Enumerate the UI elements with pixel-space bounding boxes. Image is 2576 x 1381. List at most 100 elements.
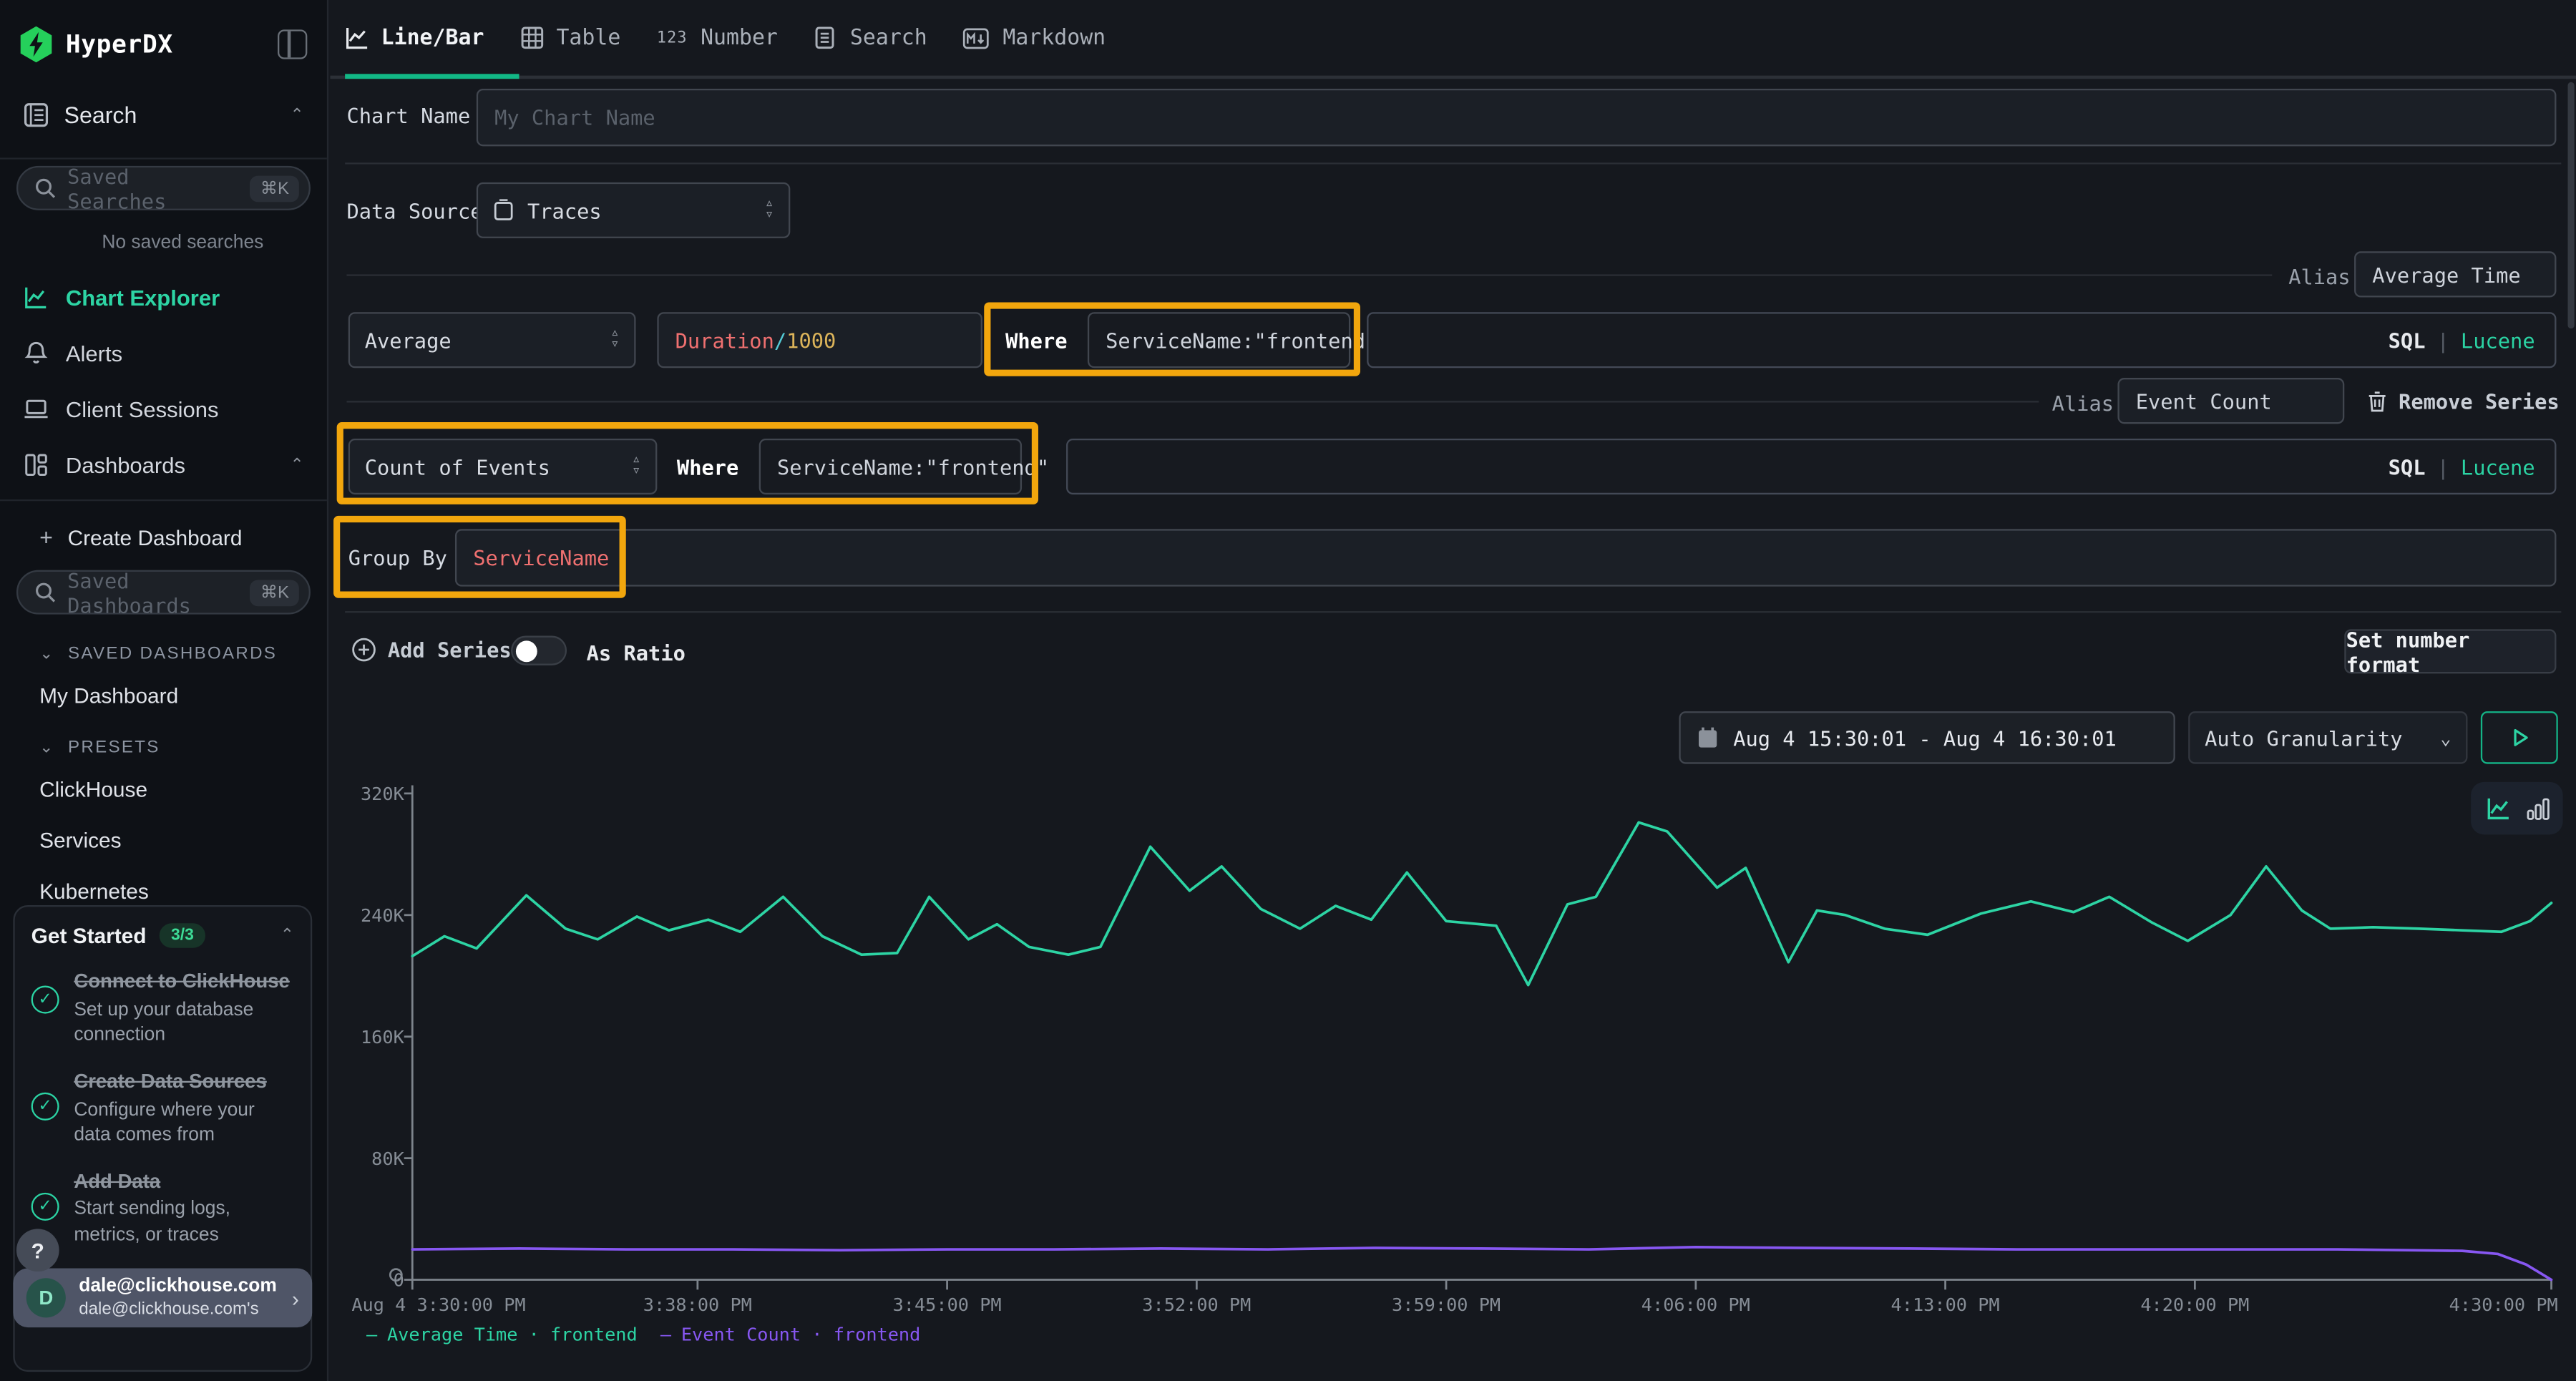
y-tick-label: 0 xyxy=(345,1270,404,1292)
search-icon xyxy=(34,582,56,603)
as-ratio-toggle[interactable] xyxy=(511,636,567,665)
tab-bar: Line/Bar Table 123 Number Search xyxy=(330,0,2576,79)
granularity-select[interactable]: Auto Granularity ⌄ xyxy=(2188,711,2467,763)
saved-dashboards-placeholder: Saved Dashboards xyxy=(67,567,239,617)
sidebar-item-dashboards[interactable]: Dashboards⌃ xyxy=(0,437,327,493)
x-tick-label: 4:06:00 PM xyxy=(1641,1294,1750,1316)
get-started-items: ✓Connect to ClickHouseSet up your databa… xyxy=(31,970,294,1249)
saved-dashboards-input[interactable]: Saved Dashboards ⌘K xyxy=(16,570,311,615)
presets-list: ClickHouseServicesKubernetes xyxy=(0,764,327,917)
calendar-icon xyxy=(1697,726,1719,749)
chevron-down-icon: ⌄ xyxy=(39,645,55,663)
x-tick-label: 4:20:00 PM xyxy=(2140,1294,2249,1316)
divider xyxy=(345,611,2561,613)
sidebar-item-alerts[interactable]: Alerts xyxy=(0,326,327,381)
scrollbar-thumb[interactable] xyxy=(2568,82,2575,328)
y-tick-label: 320K xyxy=(345,784,404,805)
alias-label: Alias xyxy=(2052,391,2114,415)
saved-dashboards-header[interactable]: ⌄ SAVED DASHBOARDS xyxy=(0,628,327,670)
get-started-item[interactable]: ✓Add DataStart sending logs, metrics, or… xyxy=(31,1169,294,1248)
time-range-picker[interactable]: Aug 4 15:30:01 - Aug 4 16:30:01 xyxy=(1679,711,2175,763)
chevron-up-icon: ⌃ xyxy=(290,456,303,474)
series1-aggregation-select[interactable]: Average ▵▿ xyxy=(348,312,636,368)
tab-table[interactable]: Table xyxy=(520,0,657,76)
database-icon xyxy=(493,199,514,222)
presets-header[interactable]: ⌄ PRESETS xyxy=(0,721,327,764)
series2-where-label: Where xyxy=(677,455,738,479)
series1-where-input[interactable]: ServiceName:"frontend" xyxy=(1088,312,1350,368)
divider xyxy=(345,162,2561,164)
saved-searches-input[interactable]: Saved Searches ⌘K xyxy=(16,166,311,210)
alias-label: Alias xyxy=(2288,265,2350,289)
series2-aggregation-select[interactable]: Count of Events ▵▿ xyxy=(348,439,658,494)
chart-area: 080K160K240K320K Aug 4 3:30:00 PM3:38:00… xyxy=(345,772,2576,1381)
lucene-mode-link[interactable]: Lucene xyxy=(2461,454,2535,479)
chart-name-label: Chart Name xyxy=(346,104,470,128)
kbd-shortcut: ⌘K xyxy=(250,175,299,202)
sidebar-nav: Chart ExplorerAlertsClient SessionsDashb… xyxy=(0,270,327,493)
create-dashboard-button[interactable]: + Create Dashboard xyxy=(0,507,327,567)
legend-item-event-count[interactable]: —Event Count · frontend xyxy=(660,1324,921,1346)
group-by-input[interactable]: ServiceName xyxy=(455,529,2556,586)
chevron-up-icon: ⌃ xyxy=(290,106,303,124)
preset-services[interactable]: Services xyxy=(0,815,327,866)
help-button[interactable]: ? xyxy=(16,1229,59,1272)
markdown-icon xyxy=(963,27,990,49)
lucene-mode-link[interactable]: Lucene xyxy=(2461,328,2535,352)
saved-dashboard-my-dashboard[interactable]: My Dashboard xyxy=(0,670,327,721)
app-title: HyperDX xyxy=(66,29,265,59)
no-saved-searches-text: No saved searches xyxy=(0,223,327,269)
data-source-value: Traces xyxy=(527,198,602,223)
sidebar-item-chart-explorer[interactable]: Chart Explorer xyxy=(0,270,327,326)
divider xyxy=(346,274,2272,275)
get-started-item[interactable]: ✓Create Data SourcesConfigure where your… xyxy=(31,1070,294,1148)
legend-item-average-time[interactable]: —Average Time · frontend xyxy=(366,1324,638,1346)
add-series-button[interactable]: Add Series xyxy=(351,638,511,662)
user-email: dale@clickhouse.com xyxy=(79,1276,277,1299)
search-icon xyxy=(34,177,56,199)
series2-where-input[interactable]: ServiceName:"frontend" xyxy=(759,439,1022,494)
get-started-badge: 3/3 xyxy=(160,923,205,947)
tab-markdown[interactable]: Markdown xyxy=(963,0,1141,76)
app-window: HyperDX Search ⌃ Saved Searches ⌘K No sa… xyxy=(0,0,2576,1381)
sidebar-collapse-icon[interactable] xyxy=(278,29,307,59)
chevron-right-icon: › xyxy=(292,1286,299,1310)
series1-field-input[interactable]: Duration/1000 xyxy=(657,312,982,368)
select-chevrons-icon: ▵▿ xyxy=(610,328,619,352)
x-tick-label: 4:30:00 PM xyxy=(2449,1294,2558,1316)
run-query-button[interactable] xyxy=(2481,711,2558,763)
series2-query-editor[interactable]: SQL | Lucene xyxy=(1066,439,2556,494)
x-tick-label: Aug 4 3:30:00 PM xyxy=(351,1294,525,1316)
remove-series-button[interactable]: Remove Series xyxy=(2367,389,2559,414)
tab-number[interactable]: 123 Number xyxy=(657,0,814,76)
get-started-item[interactable]: ✓Connect to ClickHouseSet up your databa… xyxy=(31,970,294,1048)
set-number-format-button[interactable]: Set number format xyxy=(2344,629,2556,673)
user-profile-chip[interactable]: D dale@clickhouse.com dale@clickhouse.co… xyxy=(13,1268,312,1327)
chevron-down-icon: ⌄ xyxy=(2440,727,2451,748)
x-tick-label: 4:13:00 PM xyxy=(1891,1294,2000,1316)
series2-alias-input[interactable]: Event Count xyxy=(2117,378,2344,424)
chevron-up-icon[interactable]: ⌃ xyxy=(280,927,294,945)
legend-swatch: — xyxy=(366,1324,377,1346)
divider xyxy=(0,157,327,159)
chart-canvas[interactable] xyxy=(345,772,2576,1381)
search-section-header[interactable]: Search ⌃ xyxy=(0,79,327,151)
series1-alias-input[interactable]: Average Time xyxy=(2354,251,2556,297)
x-tick-label: 3:59:00 PM xyxy=(1392,1294,1501,1316)
preset-clickhouse[interactable]: ClickHouse xyxy=(0,764,327,815)
grid-icon xyxy=(23,452,49,478)
group-by-label: Group By xyxy=(348,545,447,570)
series1-query-editor[interactable]: SQL | Lucene xyxy=(1367,312,2556,368)
data-source-select[interactable]: Traces ▵▿ xyxy=(477,182,791,238)
main-panel: Line/Bar Table 123 Number Search xyxy=(330,0,2576,1381)
doc-lines-icon xyxy=(814,26,836,49)
tab-search[interactable]: Search xyxy=(814,0,963,76)
y-tick-label: 160K xyxy=(345,1027,404,1048)
user-subtext: dale@clickhouse.com's xyxy=(79,1299,277,1319)
trash-icon xyxy=(2367,391,2387,412)
series1-where-label: Where xyxy=(1005,328,1067,353)
sidebar-item-client-sessions[interactable]: Client Sessions xyxy=(0,381,327,437)
divider xyxy=(0,499,327,501)
tab-line-bar[interactable]: Line/Bar xyxy=(345,0,520,76)
chart-name-input[interactable]: My Chart Name xyxy=(477,89,2557,146)
